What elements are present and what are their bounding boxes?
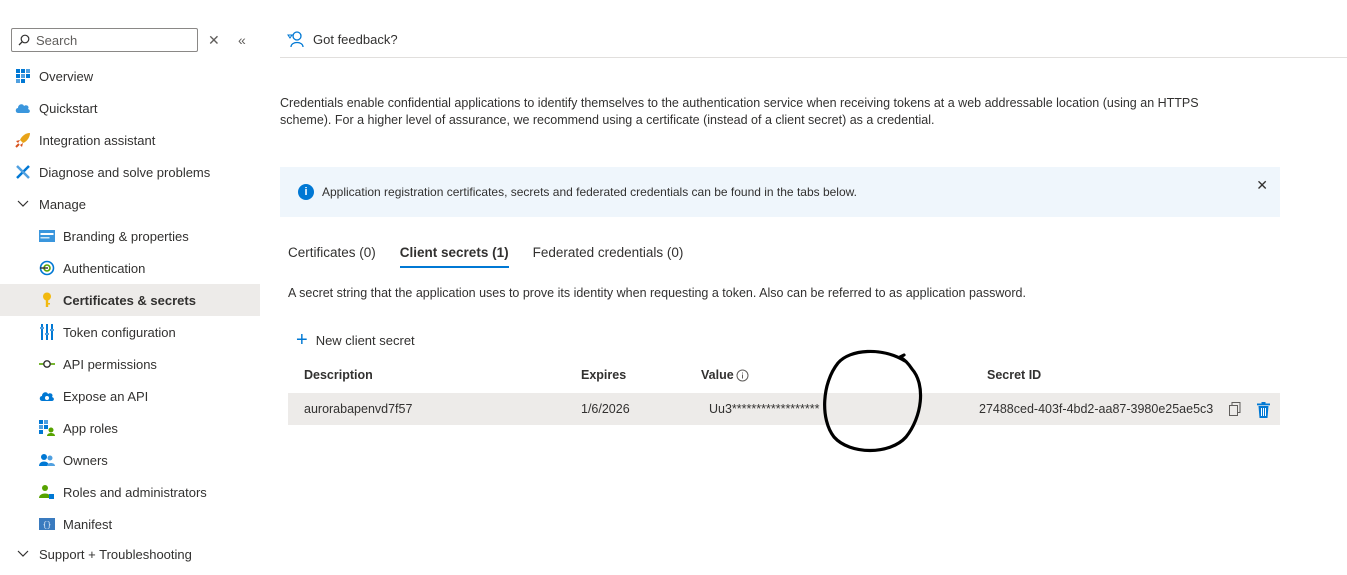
hand-drawn-circle-annotation (823, 349, 923, 453)
overview-icon (14, 68, 31, 85)
sidebar-item-label: Overview (39, 68, 94, 84)
search-icon (18, 34, 30, 46)
info-banner-text: Application registration certificates, s… (322, 185, 857, 199)
info-icon: i (298, 184, 314, 200)
feedback-label: Got feedback? (313, 31, 398, 47)
chevron-down-icon (14, 200, 31, 208)
sidebar-item-branding[interactable]: Branding & properties (0, 220, 260, 252)
wrench-icon (14, 164, 31, 181)
command-bar: Got feedback? (280, 0, 1347, 58)
table-header: Description Expires Value Secret ID (288, 366, 1280, 386)
cloud-icon (38, 388, 55, 405)
sidebar-item-label: Support + Troubleshooting (39, 546, 192, 562)
sidebar-item-label: Integration assistant (39, 132, 156, 148)
sidebar-item-label: Manage (39, 196, 86, 212)
close-icon[interactable]: ✕ (1256, 177, 1268, 194)
key-icon (38, 292, 55, 309)
tab-bar: Certificates (0) Client secrets (1) Fede… (288, 245, 707, 268)
tab-federated-credentials[interactable]: Federated credentials (0) (533, 245, 684, 266)
chevron-down-icon (14, 550, 31, 558)
sidebar-item-label: Owners (63, 452, 108, 468)
sidebar-item-label: Certificates & secrets (63, 292, 196, 308)
column-header-secret-id: Secret ID (987, 368, 1042, 382)
new-client-secret-label: New client secret (315, 332, 415, 348)
sidebar-item-authentication[interactable]: Authentication (0, 252, 260, 284)
sidebar-item-label: Quickstart (39, 100, 98, 116)
app-roles-icon (38, 420, 55, 437)
column-header-description: Description (304, 368, 373, 382)
sidebar-item-api-permissions[interactable]: API permissions (0, 348, 260, 380)
main-content: Got feedback? Credentials enable confide… (280, 0, 1347, 575)
delete-icon[interactable] (1257, 402, 1270, 421)
table-row: aurorabapenvd7f57 1/6/2026 Uu3**********… (288, 393, 1280, 425)
copy-icon[interactable] (1229, 402, 1241, 419)
sidebar-item-label: App roles (63, 420, 118, 436)
cell-secret-id: 27488ced-403f-4bd2-aa87-3980e25ae5c3 (979, 402, 1214, 416)
sidebar-item-manifest[interactable]: {} Manifest (0, 508, 260, 540)
tab-description: A secret string that the application use… (288, 286, 1026, 300)
info-circle-icon[interactable] (736, 369, 749, 385)
cell-description: aurorabapenvd7f57 (304, 402, 413, 416)
column-header-expires: Expires (581, 368, 627, 382)
sidebar-item-owners[interactable]: Owners (0, 444, 260, 476)
sidebar-nav: Overview Quickstart Integration assistan… (0, 60, 260, 568)
search-row (11, 28, 198, 52)
info-banner: i Application registration certificates,… (280, 167, 1280, 217)
page-description: Credentials enable confidential applicat… (280, 96, 1199, 127)
sidebar-item-roles-administrators[interactable]: Roles and administrators (0, 476, 260, 508)
sidebar-item-integration-assistant[interactable]: Integration assistant (0, 124, 260, 156)
tab-client-secrets[interactable]: Client secrets (1) (399, 245, 509, 268)
sidebar-item-label: Expose an API (63, 388, 149, 404)
close-icon[interactable]: ✕ (208, 32, 220, 48)
cell-expires: 1/6/2026 (581, 402, 630, 416)
column-header-value: Value (701, 368, 734, 382)
svg-text:{}: {} (42, 522, 50, 530)
sidebar-item-label: Authentication (63, 260, 146, 276)
authentication-icon (38, 260, 55, 277)
owners-icon (38, 452, 55, 469)
sidebar-item-label: Token configuration (63, 324, 176, 340)
token-icon (38, 324, 55, 341)
sidebar: ✕ « Overview Quickstart Integration assi… (0, 0, 260, 575)
double-chevron-left-icon[interactable]: « (238, 32, 246, 48)
tab-certificates[interactable]: Certificates (0) (288, 245, 376, 266)
feedback-button[interactable]: Got feedback? (287, 30, 398, 48)
sidebar-item-certificates-secrets[interactable]: Certificates & secrets (0, 284, 260, 316)
rocket-icon (14, 132, 31, 149)
quickstart-icon (14, 100, 31, 117)
plus-icon: + (296, 329, 308, 351)
search-box[interactable] (11, 28, 198, 52)
feedback-icon (287, 31, 304, 48)
sidebar-item-label: API permissions (63, 356, 157, 372)
sidebar-item-support[interactable]: Support + Troubleshooting (0, 540, 260, 568)
sidebar-item-label: Roles and administrators (63, 484, 207, 500)
sidebar-item-label: Diagnose and solve problems (39, 164, 211, 180)
manifest-icon: {} (38, 516, 55, 533)
sidebar-item-manage[interactable]: Manage (0, 188, 260, 220)
sidebar-item-app-roles[interactable]: App roles (0, 412, 260, 444)
cell-value: Uu3****************** (709, 402, 820, 416)
branding-icon (38, 228, 55, 245)
search-input[interactable] (36, 32, 186, 48)
sidebar-item-token-configuration[interactable]: Token configuration (0, 316, 260, 348)
sidebar-item-overview[interactable]: Overview (0, 60, 260, 92)
sidebar-item-label: Manifest (63, 516, 113, 532)
sidebar-item-quickstart[interactable]: Quickstart (0, 92, 260, 124)
api-permissions-icon (38, 356, 55, 373)
sidebar-item-diagnose[interactable]: Diagnose and solve problems (0, 156, 260, 188)
sidebar-item-expose-api[interactable]: Expose an API (0, 380, 260, 412)
new-client-secret-button[interactable]: + New client secret (296, 329, 415, 351)
sidebar-item-label: Branding & properties (63, 228, 189, 244)
roles-icon (38, 484, 55, 501)
